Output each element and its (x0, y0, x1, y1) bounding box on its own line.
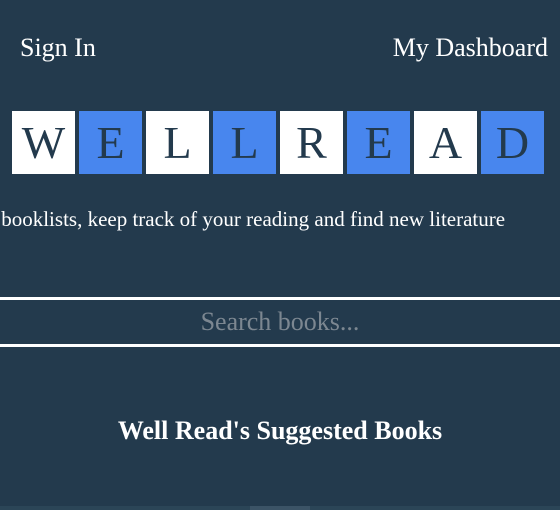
tagline: Curate booklists, keep track of your rea… (0, 207, 506, 231)
logo-tile: W (12, 111, 75, 174)
suggested-books-heading: Well Read's Suggested Books (117, 416, 443, 445)
page: Sign In My Dashboard W E L L R E A D Cur… (0, 0, 560, 510)
wellread-logo: W E L L R E A D (12, 111, 544, 174)
my-dashboard-link[interactable]: My Dashboard (393, 33, 548, 63)
logo-tile: L (213, 111, 276, 174)
sign-in-link[interactable]: Sign In (20, 33, 96, 63)
logo-tile: D (481, 111, 544, 174)
top-nav: Sign In My Dashboard (0, 33, 560, 65)
scroll-handle[interactable] (250, 506, 310, 510)
search-input[interactable] (0, 300, 560, 344)
logo-tile: L (146, 111, 209, 174)
logo-tile: R (280, 111, 343, 174)
search-bar (0, 297, 560, 347)
logo-tile: A (414, 111, 477, 174)
tagline-container: Curate booklists, keep track of your rea… (0, 207, 560, 237)
logo-tile: E (79, 111, 142, 174)
logo-tile: E (347, 111, 410, 174)
